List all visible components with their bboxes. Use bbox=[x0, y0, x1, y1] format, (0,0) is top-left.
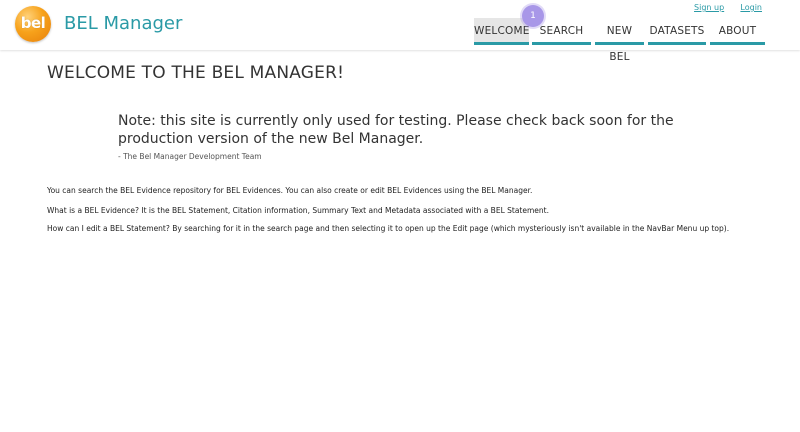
tab-about[interactable]: ABOUT bbox=[710, 18, 765, 45]
brand-title[interactable]: BEL Manager bbox=[64, 13, 182, 34]
note-text: Note: this site is currently only used f… bbox=[118, 113, 674, 147]
page: bel BEL Manager Sign up Login WELCOME SE… bbox=[0, 0, 800, 432]
tab-new-bel[interactable]: NEW BEL bbox=[595, 18, 644, 63]
header: bel BEL Manager Sign up Login WELCOME SE… bbox=[0, 0, 800, 63]
info-paragraph: How can I edit a BEL Statement? By searc… bbox=[47, 224, 730, 233]
top-links: Sign up Login bbox=[680, 3, 762, 12]
signup-link[interactable]: Sign up bbox=[694, 3, 724, 12]
tab-datasets[interactable]: DATASETS bbox=[648, 18, 706, 45]
info-paragraph: What is a BEL Evidence? It is the BEL St… bbox=[47, 206, 549, 215]
info-paragraph: You can search the BEL Evidence reposito… bbox=[47, 186, 533, 195]
login-link[interactable]: Login bbox=[740, 3, 762, 12]
step-marker: 1 bbox=[522, 5, 544, 27]
tab-welcome[interactable]: WELCOME bbox=[474, 18, 529, 45]
note-signature: - The Bel Manager Development Team bbox=[118, 152, 262, 161]
page-title: WELCOME TO THE BEL MANAGER! bbox=[47, 63, 345, 83]
logo-text: bel bbox=[20, 14, 46, 32]
bel-logo[interactable]: bel bbox=[15, 6, 51, 42]
